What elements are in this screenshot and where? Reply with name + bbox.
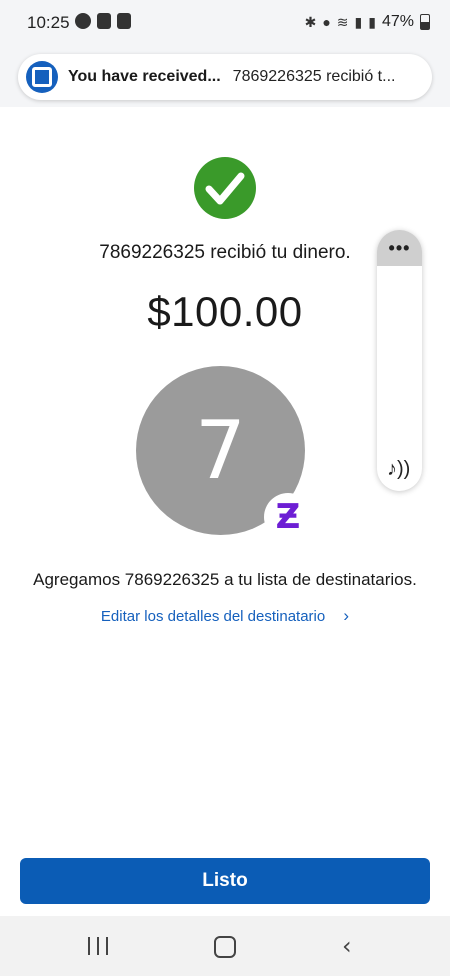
notification-title: You have received... (68, 68, 221, 85)
zelle-glyph: Ƶ (275, 497, 301, 537)
floating-side-panel[interactable]: ••• ♪)) (377, 230, 422, 491)
status-right: ✱ ● ≋ ▮ ▮ 47% (305, 13, 430, 31)
battery-percent: 47% (381, 13, 414, 30)
location-icon: ● (322, 14, 331, 30)
back-icon[interactable]: ‹ (342, 932, 352, 960)
edit-recipient-link[interactable]: Editar los detalles del destinatario › (0, 606, 450, 626)
store-app-icon (97, 13, 111, 29)
more-options-icon: ••• (388, 238, 411, 258)
signal-icon: ▮ (354, 13, 363, 30)
wifi-icon: ≋ (336, 13, 349, 30)
status-time: 10:25 (27, 13, 70, 32)
chase-app-icon (75, 13, 91, 29)
edit-recipient-label: Editar los detalles del destinatario (100, 608, 326, 625)
home-icon[interactable] (214, 936, 236, 958)
more-options-button[interactable]: ••• (377, 230, 422, 266)
zelle-icon: Ƶ (264, 493, 312, 541)
done-button[interactable]: Listo (20, 858, 430, 904)
bluetooth-icon: ✱ (304, 13, 317, 30)
notification-banner[interactable]: You have received... 7869226325 recibió … (18, 54, 432, 100)
bag-app-icon (117, 13, 131, 29)
signal-icon-2: ▮ (368, 13, 376, 30)
system-nav-bar: ‹ (0, 916, 450, 976)
avatar-initial: 7 (195, 404, 246, 497)
music-icon[interactable]: ♪)) (387, 458, 410, 481)
chase-logo-icon (26, 61, 58, 93)
checkmark-icon (194, 157, 256, 219)
recipient-added-message: Agregamos 7869226325 a tu lista de desti… (33, 570, 417, 589)
status-left-icons (75, 13, 131, 29)
notification-body: 7869226325 recibió t... (232, 68, 396, 85)
status-bar: 10:25 ✱ ● ≋ ▮ ▮ 47% (0, 0, 450, 48)
chevron-right-icon: › (343, 606, 350, 625)
battery-icon (420, 14, 430, 30)
recents-icon[interactable] (88, 937, 108, 955)
